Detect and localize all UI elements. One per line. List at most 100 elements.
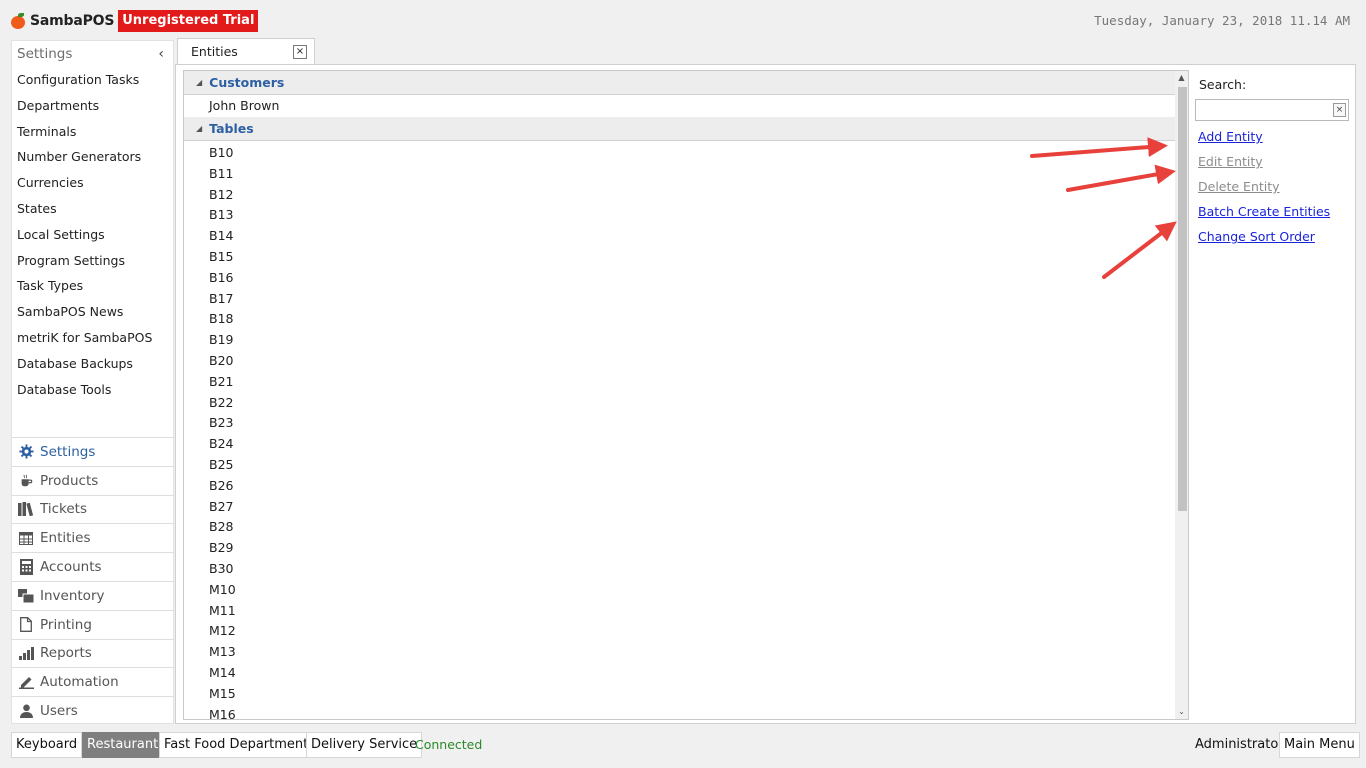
search-box: × (1195, 99, 1349, 121)
list-item[interactable]: M11 (184, 601, 1188, 622)
settings-item-task-types[interactable]: Task Types (12, 273, 173, 299)
edit-entity-link[interactable]: Edit Entity (1198, 153, 1330, 178)
list-item[interactable]: M10 (184, 580, 1188, 601)
settings-item-database-backups[interactable]: Database Backups (12, 351, 173, 377)
scroll-down-icon[interactable]: ⌄ (1175, 705, 1188, 719)
nav-automation[interactable]: Automation (12, 667, 173, 696)
settings-item-local-settings[interactable]: Local Settings (12, 222, 173, 248)
list-item[interactable]: B28 (184, 517, 1188, 538)
nav-printing[interactable]: Printing (12, 609, 173, 639)
list-item[interactable]: B22 (184, 393, 1188, 414)
nav-entities[interactable]: Entities (12, 523, 173, 552)
pencil-icon (18, 674, 34, 690)
settings-item-metrik[interactable]: metriK for SambaPOS (12, 325, 173, 351)
department-fast-food-button[interactable]: Fast Food Department (159, 732, 314, 758)
settings-item-departments[interactable]: Departments (12, 93, 173, 119)
list-item[interactable]: B16 (184, 268, 1188, 289)
list-item[interactable]: B13 (184, 205, 1188, 226)
connection-status: Connected (415, 737, 483, 752)
search-input[interactable] (1196, 100, 1334, 120)
collapse-triangle-icon: ◢ (196, 124, 203, 133)
nav-label: Reports (40, 645, 92, 662)
list-item[interactable]: M13 (184, 642, 1188, 663)
list-item[interactable]: B30 (184, 559, 1188, 580)
nav-tickets[interactable]: Tickets (12, 494, 173, 524)
nav-users[interactable]: Users (12, 696, 173, 725)
list-item[interactable]: M15 (184, 684, 1188, 705)
list-item[interactable]: B17 (184, 289, 1188, 310)
settings-item-database-tools[interactable]: Database Tools (12, 377, 173, 403)
list-item[interactable]: B20 (184, 351, 1188, 372)
list-item[interactable]: B29 (184, 538, 1188, 559)
nav-accounts[interactable]: Accounts (12, 552, 173, 581)
nav-label: Entities (40, 530, 91, 547)
nav-settings[interactable]: Settings (12, 437, 173, 466)
settings-item-states[interactable]: States (12, 196, 173, 222)
list-item[interactable]: B11 (184, 164, 1188, 185)
panel-title-label: Settings (17, 46, 73, 62)
list-item[interactable]: John Brown (184, 95, 1188, 117)
nav-label: Users (40, 703, 78, 720)
settings-item-program-settings[interactable]: Program Settings (12, 248, 173, 274)
clear-search-icon[interactable]: × (1333, 103, 1346, 117)
list-item[interactable]: B12 (184, 185, 1188, 206)
inventory-icon (18, 588, 34, 604)
delete-entity-link[interactable]: Delete Entity (1198, 178, 1330, 203)
settings-panel: Settings ‹ Configuration Tasks Departmen… (11, 40, 174, 724)
tab-entities[interactable]: Entities × (177, 38, 315, 65)
nav-label: Products (40, 472, 99, 489)
list-item[interactable]: B18 (184, 309, 1188, 330)
current-user: Administrator (1195, 737, 1284, 752)
change-sort-order-link[interactable]: Change Sort Order (1198, 228, 1330, 253)
app-header: SambaPOS Unregistered Trial Tuesday, Jan… (0, 0, 1366, 40)
department-restaurant-button[interactable]: Restaurant (82, 732, 164, 758)
status-bar: Keyboard Restaurant Fast Food Department… (0, 730, 1366, 760)
settings-item-configuration-tasks[interactable]: Configuration Tasks (12, 67, 173, 93)
gear-icon (18, 444, 34, 460)
list-item[interactable]: B24 (184, 434, 1188, 455)
group-label: Tables (209, 121, 254, 136)
add-entity-link[interactable]: Add Entity (1198, 128, 1330, 153)
list-item[interactable]: M16 (184, 705, 1188, 719)
batch-create-entities-link[interactable]: Batch Create Entities (1198, 203, 1330, 228)
list-item[interactable]: B15 (184, 247, 1188, 268)
nav-label: Tickets (40, 501, 87, 518)
date-time-display: Tuesday, January 23, 2018 11.14 AM (1094, 13, 1350, 28)
group-header-tables[interactable]: ◢ Tables (184, 117, 1188, 141)
list-item[interactable]: M12 (184, 621, 1188, 642)
nav-inventory[interactable]: Inventory (12, 580, 173, 610)
list-item[interactable]: B10 (184, 143, 1188, 164)
close-icon[interactable]: × (293, 45, 307, 59)
vertical-scrollbar[interactable]: ▲ ⌄ (1175, 71, 1188, 719)
department-delivery-button[interactable]: Delivery Service (306, 732, 423, 758)
scrollbar-thumb[interactable] (1178, 87, 1187, 511)
app-name: SambaPOS (30, 13, 115, 29)
main-menu-button[interactable]: Main Menu (1279, 732, 1360, 758)
search-label: Search: (1199, 77, 1247, 92)
settings-item-sambapos-news[interactable]: SambaPOS News (12, 299, 173, 325)
list-item[interactable]: B23 (184, 413, 1188, 434)
keyboard-button[interactable]: Keyboard (11, 732, 83, 758)
nav-reports[interactable]: Reports (12, 638, 173, 668)
scroll-up-icon[interactable]: ▲ (1175, 71, 1188, 85)
list-item[interactable]: B27 (184, 497, 1188, 518)
bar-chart-icon (18, 645, 34, 661)
list-item[interactable]: B21 (184, 372, 1188, 393)
settings-menu: Configuration Tasks Departments Terminal… (12, 67, 173, 402)
nav-products[interactable]: Products (12, 465, 173, 495)
list-item[interactable]: M14 (184, 663, 1188, 684)
nav-label: Settings (40, 443, 96, 460)
settings-item-currencies[interactable]: Currencies (12, 170, 173, 196)
coffee-icon (18, 473, 34, 489)
settings-item-terminals[interactable]: Terminals (12, 119, 173, 145)
list-item[interactable]: B26 (184, 476, 1188, 497)
collapse-chevron-icon[interactable]: ‹ (158, 41, 164, 67)
list-item[interactable]: B25 (184, 455, 1188, 476)
module-nav: Settings Products Tickets Entities Accou… (12, 437, 173, 725)
list-item[interactable]: B19 (184, 330, 1188, 351)
settings-item-number-generators[interactable]: Number Generators (12, 144, 173, 170)
group-header-customers[interactable]: ◢ Customers (184, 71, 1188, 95)
list-item[interactable]: B14 (184, 226, 1188, 247)
nav-label: Automation (40, 674, 119, 691)
nav-label: Inventory (40, 587, 105, 604)
